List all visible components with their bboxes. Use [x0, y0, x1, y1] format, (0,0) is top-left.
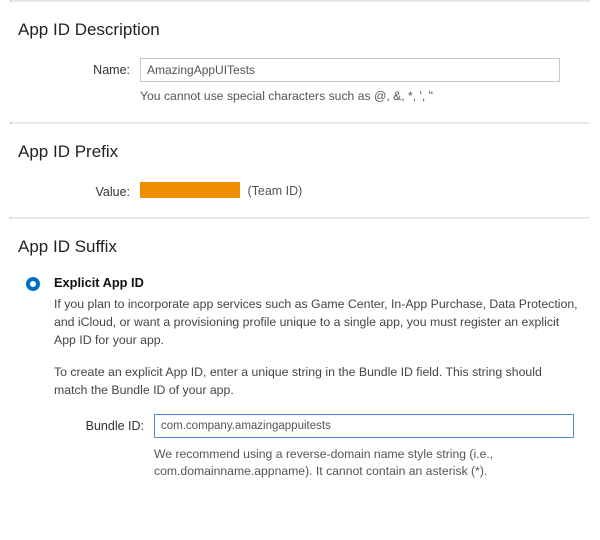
prefix-row: Value: (Team ID): [18, 180, 590, 199]
radio-selected-icon: [26, 277, 40, 291]
section-description: App ID Description Name: You cannot use …: [10, 2, 590, 122]
bundle-id-input[interactable]: [154, 414, 574, 438]
name-input-cell: You cannot use special characters such a…: [140, 58, 590, 104]
name-row: Name: You cannot use special characters …: [18, 58, 590, 104]
prefix-value-cell: (Team ID): [140, 182, 302, 198]
bundle-id-hint: We recommend using a reverse-domain name…: [154, 446, 554, 480]
team-id-suffix: (Team ID): [247, 184, 302, 198]
bundle-input-wrap: We recommend using a reverse-domain name…: [154, 414, 578, 480]
team-id-redacted: [140, 182, 240, 198]
name-hint: You cannot use special characters such a…: [140, 88, 560, 104]
explicit-para-1: If you plan to incorporate app services …: [54, 296, 578, 349]
section-suffix: App ID Suffix Explicit App ID If you pla…: [10, 219, 590, 487]
section-prefix: App ID Prefix Value: (Team ID): [10, 124, 590, 217]
name-label: Name:: [18, 58, 140, 77]
section-description-heading: App ID Description: [18, 20, 590, 40]
section-suffix-heading: App ID Suffix: [18, 237, 590, 257]
explicit-para-2: To create an explicit App ID, enter a un…: [54, 364, 578, 400]
prefix-value-label: Value:: [18, 180, 140, 199]
app-id-form: App ID Description Name: You cannot use …: [0, 0, 600, 488]
name-input[interactable]: [140, 58, 560, 82]
section-prefix-heading: App ID Prefix: [18, 142, 590, 162]
bundle-id-row: Bundle ID: We recommend using a reverse-…: [46, 414, 578, 480]
bundle-id-label: Bundle ID:: [46, 414, 154, 433]
explicit-content: Explicit App ID If you plan to incorpora…: [54, 275, 590, 479]
explicit-title: Explicit App ID: [54, 275, 578, 290]
explicit-app-id-option[interactable]: Explicit App ID If you plan to incorpora…: [18, 275, 590, 479]
